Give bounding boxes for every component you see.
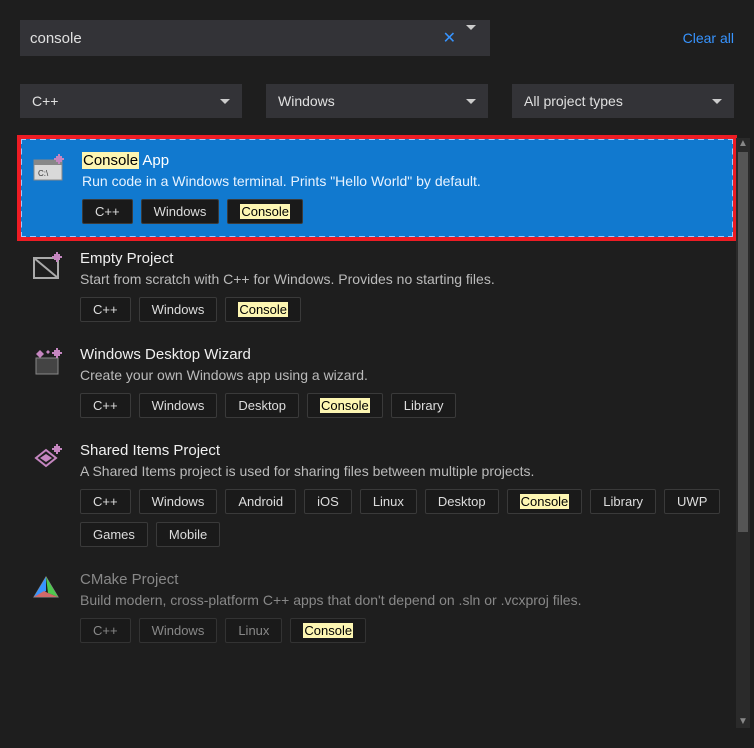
template-tag: Desktop	[425, 489, 499, 514]
search-dropdown-icon[interactable]	[462, 30, 480, 46]
template-description: Start from scratch with C++ for Windows.…	[80, 271, 724, 287]
template-tag: Console	[290, 618, 366, 643]
project-type-filter-label: All project types	[524, 93, 712, 109]
template-tag: Windows	[139, 393, 218, 418]
template-description: Build modern, cross-platform C++ apps th…	[80, 592, 724, 608]
clear-search-icon[interactable]: ✕	[437, 28, 462, 48]
platform-filter[interactable]: Windows	[266, 84, 488, 118]
language-filter[interactable]: C++	[20, 84, 242, 118]
template-item[interactable]: Empty Project Start from scratch with C++…	[20, 238, 734, 334]
template-tag: Library	[391, 393, 457, 418]
template-tag: Console	[307, 393, 383, 418]
shared-template-icon	[30, 442, 64, 476]
template-tag: C++	[80, 489, 131, 514]
chevron-down-icon	[712, 99, 722, 104]
wizard-template-icon	[30, 346, 64, 380]
language-filter-label: C++	[32, 93, 220, 109]
template-tag: Console	[225, 297, 301, 322]
project-type-filter[interactable]: All project types	[512, 84, 734, 118]
template-tag: Library	[590, 489, 656, 514]
template-title: Empty Project	[80, 250, 724, 267]
template-tag: Mobile	[156, 522, 220, 547]
template-description: Create your own Windows app using a wiza…	[80, 367, 724, 383]
template-tags: C++ Windows Android iOS Linux Desktop Console L…	[80, 489, 724, 547]
template-tag: Linux	[360, 489, 417, 514]
scrollbar-thumb[interactable]	[738, 152, 748, 532]
template-tag: C++	[80, 297, 131, 322]
template-tag: Desktop	[225, 393, 299, 418]
template-item[interactable]: Shared Items Project A Shared Items proje…	[20, 430, 734, 559]
template-tag: Windows	[139, 618, 218, 643]
template-tag: C++	[80, 393, 131, 418]
platform-filter-label: Windows	[278, 93, 466, 109]
chevron-down-icon	[220, 99, 230, 104]
template-tag: Games	[80, 522, 148, 547]
template-item[interactable]: Windows Desktop Wizard Create your own Wi…	[20, 334, 734, 430]
template-tag: Console	[227, 199, 303, 224]
template-tag: C++	[82, 199, 133, 224]
template-tag: Android	[225, 489, 296, 514]
template-tag: UWP	[664, 489, 720, 514]
template-tags: C++ Windows Linux Console	[80, 618, 724, 643]
template-tag: Console	[507, 489, 583, 514]
template-tag: iOS	[304, 489, 352, 514]
search-input[interactable]	[30, 30, 437, 47]
svg-text:C:\: C:\	[38, 169, 49, 178]
template-tag: Windows	[141, 199, 220, 224]
template-tags: C++ Windows Console	[80, 297, 724, 322]
scrollbar-up-icon[interactable]: ▲	[738, 138, 748, 150]
search-box[interactable]: ✕	[20, 20, 490, 56]
template-title: Shared Items Project	[80, 442, 724, 459]
chevron-down-icon	[466, 99, 476, 104]
template-description: A Shared Items project is used for shari…	[80, 463, 724, 479]
cmake-template-icon	[30, 571, 64, 605]
template-tag: Windows	[139, 489, 218, 514]
template-item[interactable]: CMake Project Build modern, cross-platfor…	[20, 559, 734, 655]
template-tag: Windows	[139, 297, 218, 322]
template-tags: C++ Windows Desktop Console Library	[80, 393, 724, 418]
scrollbar[interactable]: ▲ ▼	[736, 138, 750, 728]
template-tags: C++ Windows Console	[82, 199, 722, 224]
template-item[interactable]: C:\ Console App Run code in a Windows term…	[20, 138, 734, 238]
template-description: Run code in a Windows terminal. Prints "…	[82, 173, 722, 189]
template-title: Console App	[82, 152, 722, 169]
template-title: Windows Desktop Wizard	[80, 346, 724, 363]
clear-all-link[interactable]: Clear all	[683, 30, 734, 46]
console-template-icon: C:\	[32, 152, 66, 186]
empty-template-icon	[30, 250, 64, 284]
template-tag: C++	[80, 618, 131, 643]
template-tag: Linux	[225, 618, 282, 643]
scrollbar-down-icon[interactable]: ▼	[738, 716, 748, 728]
template-title: CMake Project	[80, 571, 724, 588]
